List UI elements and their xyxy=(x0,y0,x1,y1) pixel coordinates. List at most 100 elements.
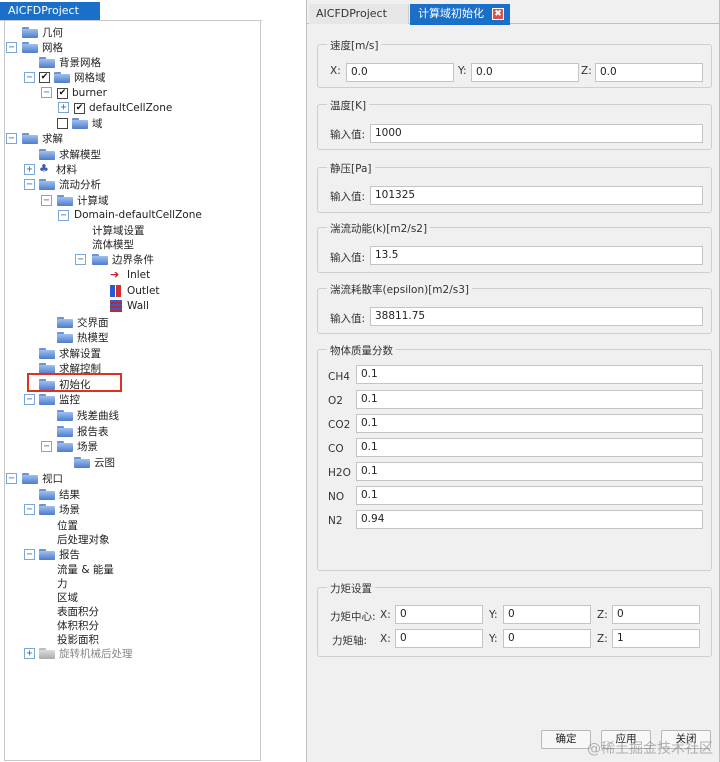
species-value-input[interactable]: 0.1 xyxy=(356,462,703,481)
species-name: H2O xyxy=(328,467,351,479)
tree-item-default-cell-zone[interactable]: ✔ defaultCellZone xyxy=(74,100,172,116)
species-name: CO2 xyxy=(328,419,351,431)
collapse-toggle-scene[interactable]: − xyxy=(41,441,52,452)
tree-item-label: 报告 xyxy=(59,548,80,561)
moment-center-x-input[interactable]: 0 xyxy=(395,605,483,624)
tree-item-turbo-post[interactable]: 旋转机械后处理 xyxy=(39,645,133,661)
collapse-toggle-view[interactable]: − xyxy=(6,473,17,484)
species-value-input[interactable]: 0.1 xyxy=(356,365,703,384)
folder-icon xyxy=(22,472,38,484)
tree-item-outlet[interactable]: Outlet xyxy=(110,283,160,299)
collapse-toggle-view-scene[interactable]: − xyxy=(24,504,35,515)
velocity-x-input[interactable]: 0.0 xyxy=(346,63,454,82)
moment-axis-z-input[interactable]: 1 xyxy=(612,629,700,648)
checkbox-checked[interactable]: ✔ xyxy=(57,87,68,99)
inlet-icon: ➔ xyxy=(110,268,120,281)
tree-item-domain[interactable]: 域 xyxy=(57,115,103,131)
tree-item-solve-settings[interactable]: 求解设置 xyxy=(39,345,101,361)
velocity-y-input[interactable]: 0.0 xyxy=(471,63,579,82)
species-mass-fraction-group: 物体质量分数 CH4 0.1 O2 0.1 CO2 0.1 CO 0.1 H2O… xyxy=(317,343,712,571)
tree-item-domain-default-cell-zone[interactable]: Domain-defaultCellZone xyxy=(74,207,202,223)
collapse-toggle-mesh-domain[interactable]: − xyxy=(24,72,35,83)
checkbox-checked[interactable]: ✔ xyxy=(39,71,50,83)
close-icon[interactable]: ✖ xyxy=(492,8,504,20)
tree-item-scene[interactable]: 场景 xyxy=(57,438,98,454)
velocity-z-label: Z: xyxy=(581,65,592,77)
static-pressure-input[interactable]: 101325 xyxy=(370,186,703,205)
tree-item-material[interactable]: ♣ 材料 xyxy=(39,161,77,177)
collapse-toggle-mesh[interactable]: − xyxy=(6,42,17,53)
collapse-toggle-burner[interactable]: − xyxy=(41,87,52,98)
moment-center-y-input[interactable]: 0 xyxy=(503,605,591,624)
tab-compute-domain-init[interactable]: 计算域初始化 ✖ xyxy=(410,4,510,25)
collapse-toggle-flow-analysis[interactable]: − xyxy=(24,179,35,190)
tree-item-mesh-domain[interactable]: ✔ 网格域 xyxy=(39,69,106,85)
tree-item-label: 后处理对象 xyxy=(57,533,110,546)
tree-item-fluid-model[interactable]: 流体模型 xyxy=(92,236,134,252)
expand-toggle-turbo-post[interactable]: + xyxy=(24,648,35,659)
tree-item-report-table[interactable]: 报告表 xyxy=(57,423,109,439)
collapse-toggle-report[interactable]: − xyxy=(24,549,35,560)
outlet-icon xyxy=(110,285,122,297)
tab-aicfd-project[interactable]: AICFDProject xyxy=(309,4,409,24)
moment-center-z-input[interactable]: 0 xyxy=(612,605,700,624)
tree-item-wall[interactable]: Wall xyxy=(110,298,149,314)
tke-input[interactable]: 13.5 xyxy=(370,246,703,265)
expand-toggle-default-cell-zone[interactable]: + xyxy=(58,102,69,113)
species-value-input[interactable]: 0.1 xyxy=(356,486,703,505)
tree-item-report[interactable]: 报告 xyxy=(39,546,80,562)
tree-item-compute-domain[interactable]: 计算域 xyxy=(57,192,109,208)
tree-item-interface[interactable]: 交界面 xyxy=(57,314,109,330)
tree-item-postprocess-object[interactable]: 后处理对象 xyxy=(57,531,110,547)
collapse-toggle-monitor[interactable]: − xyxy=(24,394,35,405)
tree-item-inlet[interactable]: ➔ Inlet xyxy=(110,267,150,283)
folder-icon xyxy=(22,41,38,53)
tree-item-label: 材料 xyxy=(56,163,77,176)
folder-icon xyxy=(39,148,55,160)
tree-item-label: 求解模型 xyxy=(59,148,101,161)
tree-item-thermal-model[interactable]: 热模型 xyxy=(57,329,109,345)
species-value-input[interactable]: 0.1 xyxy=(356,390,703,409)
tree-item-geometry[interactable]: 几何 xyxy=(22,24,63,40)
velocity-z-input[interactable]: 0.0 xyxy=(595,63,703,82)
species-value-input[interactable]: 0.1 xyxy=(356,414,703,433)
epsilon-group: 湍流耗散率(epsilon)[m2/s3] 输入值: 38811.75 xyxy=(317,282,712,334)
tree-item-mesh[interactable]: 网格 xyxy=(22,39,63,55)
tree-item-residual-curve[interactable]: 残差曲线 xyxy=(57,407,119,423)
folder-icon xyxy=(22,132,38,144)
species-value-input[interactable]: 0.1 xyxy=(356,438,703,457)
tree-item-label: 流动分析 xyxy=(59,178,101,191)
epsilon-input[interactable]: 38811.75 xyxy=(370,307,703,326)
collapse-toggle-domain-default[interactable]: − xyxy=(58,210,69,221)
tree-item-label: 场景 xyxy=(59,503,80,516)
tree-item-result[interactable]: 结果 xyxy=(39,486,80,502)
checkbox-unchecked[interactable] xyxy=(57,117,68,129)
moment-axis-x-input[interactable]: 0 xyxy=(395,629,483,648)
tree-item-monitor[interactable]: 监控 xyxy=(39,391,80,407)
collapse-toggle-solve[interactable]: − xyxy=(6,133,17,144)
tree-item-view-scene[interactable]: 场景 xyxy=(39,501,80,517)
temperature-input[interactable]: 1000 xyxy=(370,124,703,143)
ok-button[interactable]: 确定 xyxy=(541,730,591,749)
folder-icon xyxy=(39,393,55,405)
tree-item-label: 求解设置 xyxy=(59,347,101,360)
tree-item-burner[interactable]: ✔ burner xyxy=(57,85,107,101)
species-value-input[interactable]: 0.94 xyxy=(356,510,703,529)
tree-item-solve-model[interactable]: 求解模型 xyxy=(39,146,101,162)
moment-axis-label: 力矩轴: xyxy=(332,635,368,647)
moment-settings-group: 力矩设置 力矩中心: X: 0 Y: 0 Z: 0 力矩轴: X: 0 Y: 0… xyxy=(317,581,712,657)
collapse-toggle-compute-domain[interactable]: − xyxy=(41,195,52,206)
tree-item-boundary-conditions[interactable]: 边界条件 xyxy=(92,251,154,267)
checkbox-checked[interactable]: ✔ xyxy=(74,102,85,114)
tree-item-contour[interactable]: 云图 xyxy=(74,454,115,470)
collapse-toggle-boundary-conditions[interactable]: − xyxy=(75,254,86,265)
tree-item-solve[interactable]: 求解 xyxy=(22,130,63,146)
expand-toggle-material[interactable]: + xyxy=(24,164,35,175)
tree-item-flow-analysis[interactable]: 流动分析 xyxy=(39,176,101,192)
watermark: @稀土掘金技术社区 xyxy=(587,741,713,757)
tree-item-background-mesh[interactable]: 背景网格 xyxy=(39,54,101,70)
tree-item-view[interactable]: 视口 xyxy=(22,470,63,486)
tree-item-label: 网格域 xyxy=(74,71,106,84)
tab-aicfd-project[interactable]: AICFDProject xyxy=(0,2,100,20)
moment-axis-y-input[interactable]: 0 xyxy=(503,629,591,648)
